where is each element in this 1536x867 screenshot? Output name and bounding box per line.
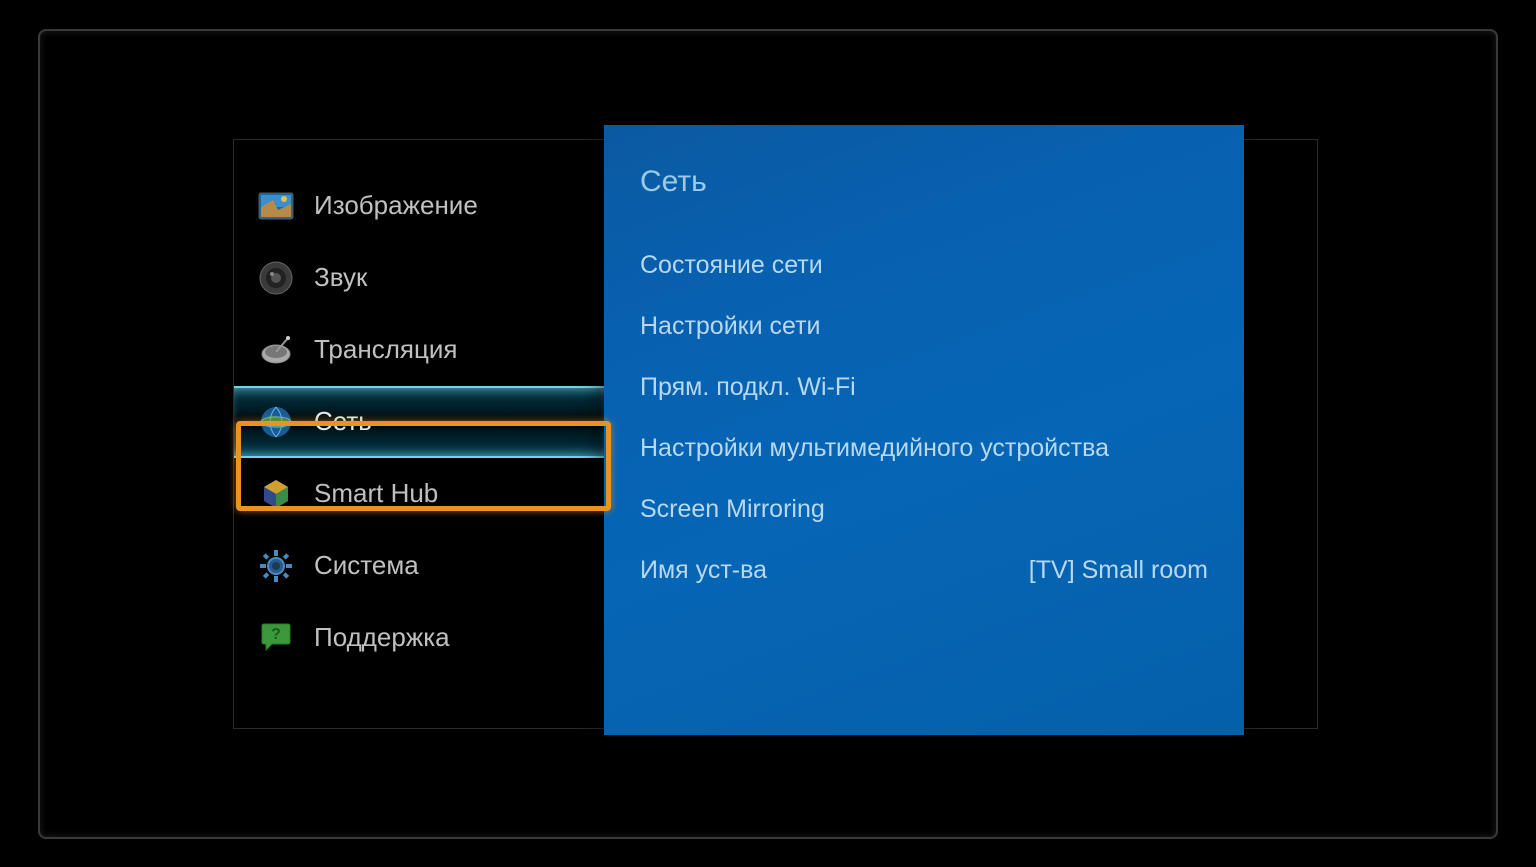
panel-item-multimedia-settings[interactable]: Настройки мультимедийного устройства [640,434,1208,463]
sound-icon [258,260,294,296]
sidebar-item-system[interactable]: Система [234,530,604,602]
broadcast-icon [258,332,294,368]
system-icon [258,548,294,584]
smarthub-icon [258,476,294,512]
panel-item-label: Screen Mirroring [640,495,825,524]
panel-item-label: Настройки мультимедийного устройства [640,434,1109,463]
panel-item-label: Прям. подкл. Wi-Fi [640,373,856,402]
sidebar-item-label: Звук [314,262,367,293]
screen-area: Изображение Звук [108,84,1428,784]
network-icon [258,404,294,440]
sidebar-item-label: Изображение [314,190,478,221]
support-icon: ? [258,620,294,656]
picture-icon [258,188,294,224]
sidebar-item-broadcast[interactable]: Трансляция [234,314,604,386]
sidebar-item-smarthub[interactable]: Smart Hub [234,458,604,530]
sidebar-item-label: Сеть [314,406,372,437]
tv-frame: Изображение Звук [38,29,1498,839]
sidebar-item-sound[interactable]: Звук [234,242,604,314]
panel-item-value: [TV] Small room [1029,556,1208,585]
sidebar-item-picture[interactable]: Изображение [234,170,604,242]
panel-item-network-settings[interactable]: Настройки сети [640,312,1208,341]
panel-item-network-status[interactable]: Состояние сети [640,251,1208,280]
panel-item-wifi-direct[interactable]: Прям. подкл. Wi-Fi [640,373,1208,402]
panel-item-label: Состояние сети [640,251,823,280]
network-panel: Сеть Состояние сети Настройки сети Прям.… [604,125,1244,735]
panel-item-label: Настройки сети [640,312,821,341]
sidebar-item-label: Трансляция [314,334,457,365]
panel-title: Сеть [640,165,1208,199]
sidebar-item-label: Smart Hub [314,478,438,509]
svg-text:?: ? [271,626,281,643]
sidebar-item-network[interactable]: Сеть [234,386,604,458]
sidebar-item-label: Поддержка [314,622,450,653]
panel-item-screen-mirroring[interactable]: Screen Mirroring [640,495,1208,524]
sidebar-item-support[interactable]: ? Поддержка [234,602,604,674]
settings-sidebar: Изображение Звук [234,140,604,728]
panel-item-label: Имя уст-ва [640,556,767,585]
sidebar-item-label: Система [314,550,419,581]
menu-container: Изображение Звук [233,139,1318,729]
panel-item-device-name[interactable]: Имя уст-ва [TV] Small room [640,556,1208,585]
